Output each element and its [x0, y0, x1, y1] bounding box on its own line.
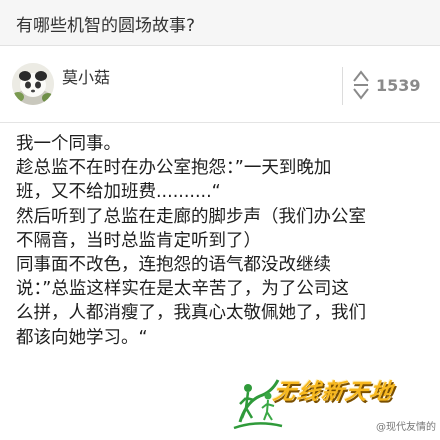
watermark-figures-icon [233, 379, 283, 430]
vote-divider [342, 67, 343, 105]
question-header: 有哪些机智的圆场故事? [0, 0, 440, 46]
answer-line: 么拼，人都消瘦了，我真心太敬佩她了，我们 [16, 303, 366, 324]
answer-line: 然后听到了总监在走廊的脚步声（我们办公室 [16, 206, 366, 227]
answer-line: 同事面不改色，连抱怨的语气都没改继续 [16, 254, 331, 275]
watermark-logo-text: 无线新天地 [271, 380, 396, 405]
vote-count: 1539 [376, 76, 421, 95]
watermark: 无线新天地 @现代友情的 [226, 362, 436, 438]
answer-line: 说：”总监这样实在是太辛苦了，为了公司这 [16, 279, 349, 300]
watermark-weibo-handle: @现代友情的 [376, 422, 436, 433]
question-title[interactable]: 有哪些机智的圆场故事? [16, 11, 195, 36]
author-name[interactable]: 莫小菇 [62, 64, 110, 88]
answer-line: 不隔音，当时总监肯定听到了） [16, 230, 261, 251]
answer-line: 趁总监不在时在办公室抱怨：”一天到晚加 [16, 158, 332, 179]
answer-line: 我一个同事。 [16, 134, 121, 154]
answer-line: 都该向她学习。“ [16, 327, 148, 348]
answer-line: 班，又不给加班费..........“ [16, 182, 221, 203]
vote-updown-icon [353, 70, 369, 100]
avatar-photo-icon [12, 63, 54, 105]
author-avatar[interactable] [12, 63, 54, 105]
answer-body: 我一个同事。 趁总监不在时在办公室抱怨：”一天到晚加 班，又不给加班费.....… [16, 132, 430, 350]
vote-button[interactable]: 1539 [352, 67, 432, 105]
author-row: 莫小菇 1539 [0, 47, 440, 123]
